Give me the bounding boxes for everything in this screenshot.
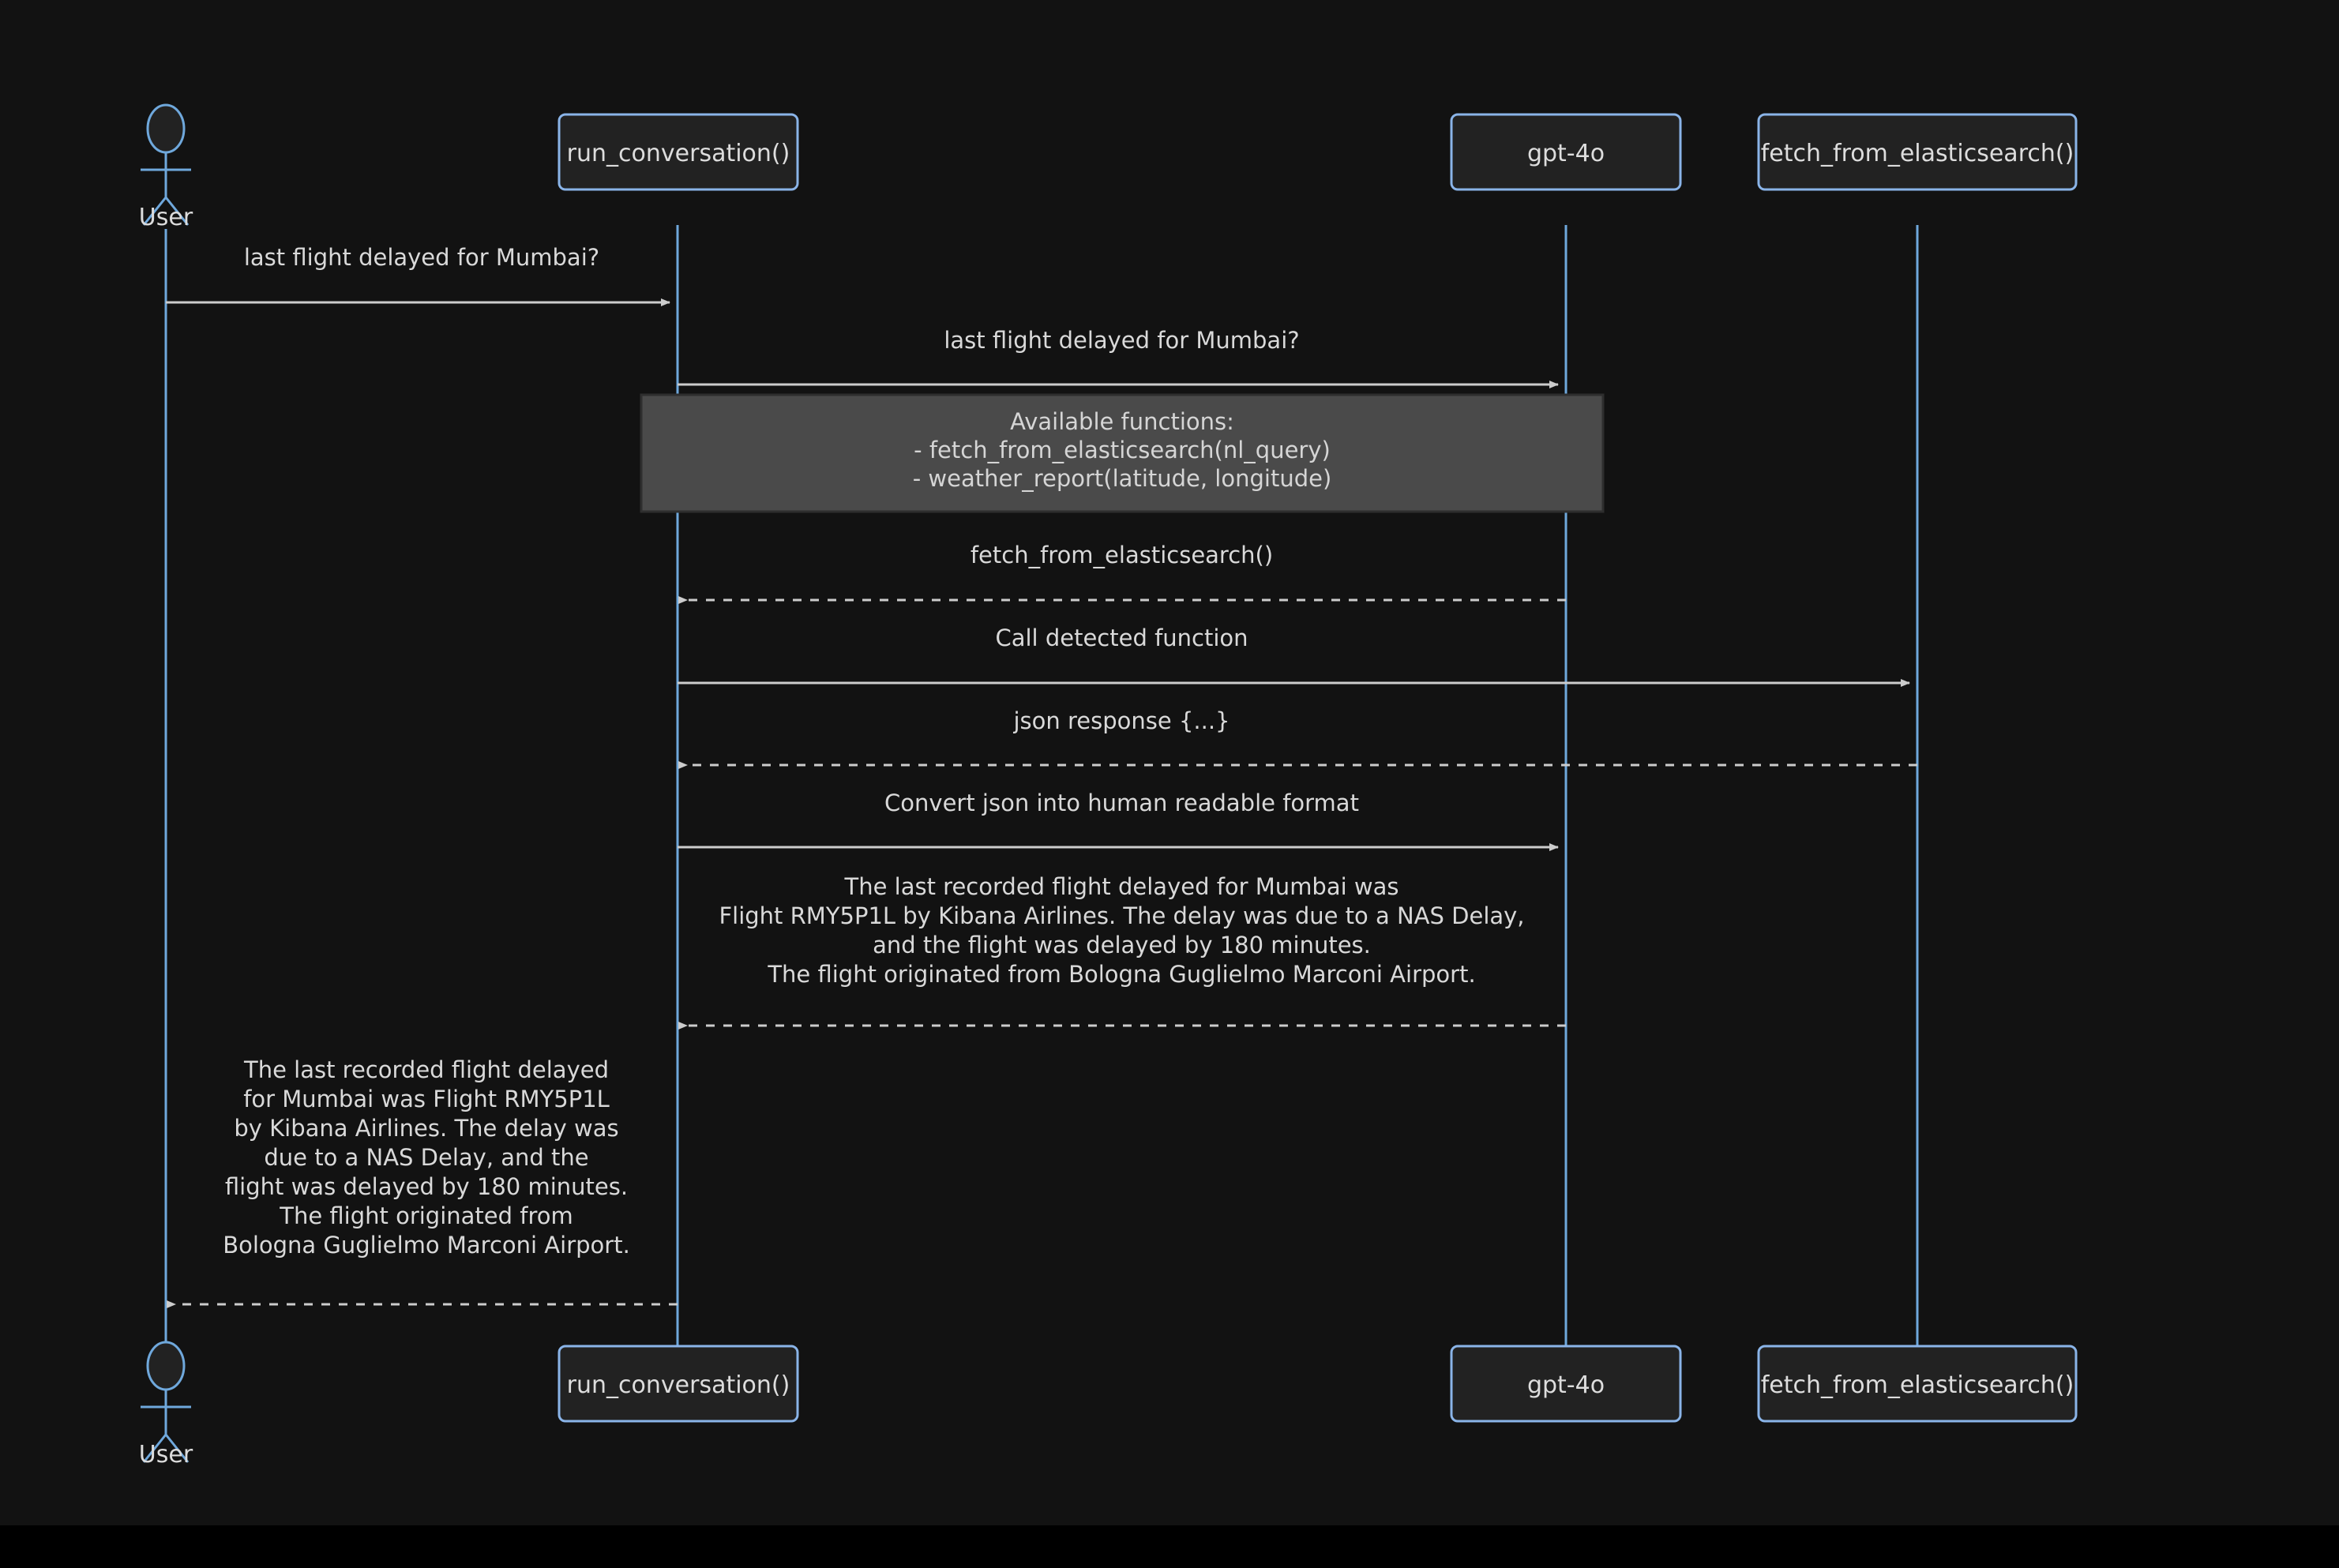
message-label-m1: last flight delayed for Mumbai? (243, 244, 600, 271)
participant-label-user-top: User (138, 204, 193, 231)
participant-shapes-bottom (141, 1341, 2078, 1463)
diagram-canvas: User run_conversation() gpt-4o fetch_fro… (0, 0, 2339, 1525)
sequence-diagram: User run_conversation() gpt-4o fetch_fro… (0, 0, 2339, 1525)
message-label-m2: last flight delayed for Mumbai? (944, 327, 1300, 354)
message-label-m3: fetch_from_elasticsearch() (970, 542, 1274, 568)
participant-box-run-conversation-bottom (558, 1345, 799, 1423)
participant-label-user-bottom: User (138, 1441, 193, 1469)
participant-box-gpt4o-bottom (1450, 1345, 1682, 1423)
message-label-m5: json response {...} (1013, 707, 1230, 734)
bottom-letterbox-strip (0, 1525, 2339, 1568)
participant-box-fetch-es-bottom (1757, 1345, 2078, 1423)
message-label-m4: Call detected function (995, 625, 1248, 651)
message-label-m8: The last recorded flight delayed for Mum… (223, 1056, 630, 1259)
note-available-functions-text: Available functions: - fetch_from_elasti… (912, 408, 1332, 492)
participant-box-fetch-es-top (1757, 113, 2078, 191)
participant-box-run-conversation-top (558, 113, 799, 191)
participant-box-gpt4o-top (1450, 113, 1682, 191)
participant-shapes-top (141, 103, 2078, 226)
message-label-m7: The last recorded flight delayed for Mum… (719, 873, 1525, 988)
message-label-m6: Convert json into human readable format (884, 790, 1359, 816)
diagram-vector-layer (141, 103, 2078, 1463)
